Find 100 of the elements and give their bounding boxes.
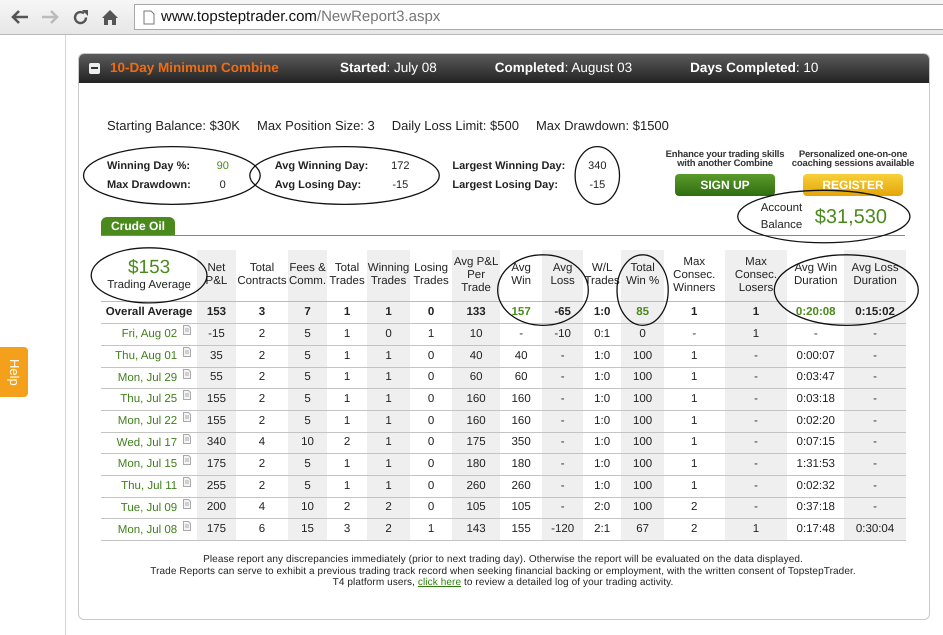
table-cell: - [542,388,583,410]
date-link[interactable]: Thu, Jul 11 [121,480,178,492]
document-icon[interactable] [183,520,192,531]
stat-label: Avg Losing Day: [274,178,362,193]
stat-value: 0 [218,178,227,193]
column-header: Winning Trades [367,250,410,302]
table-cell: 1 [367,432,410,454]
table-cell: 1 [724,324,788,346]
column-header: Total Win % [621,250,664,302]
table-cell: 1 [367,345,410,367]
table-cell: - [542,454,583,476]
table-cell: 15 [288,518,327,540]
tab[interactable]: Crude Oil [101,216,176,235]
stat-value: -15 [391,178,410,193]
table-cell: - [844,454,906,476]
table-cell: 175 [452,432,500,454]
table-cell: 5 [288,345,327,367]
date-link[interactable]: Mon, Jul 15 [118,458,178,470]
stat-label: Max Drawdown: [107,178,191,193]
sign-up-button[interactable]: SIGN UP [675,174,775,196]
limit-text: Daily Loss Limit: $500 [392,117,519,135]
table-cell: 100 [621,388,664,410]
table-cell: 55 [197,367,236,389]
trading-average-value: $153 [126,258,172,280]
table-cell: - [844,367,906,389]
click-here-link[interactable]: click here [418,577,462,588]
document-icon[interactable] [183,390,192,400]
limit-text: Max Drawdown: $1500 [536,117,669,135]
table-cell: 10 [452,324,500,346]
table-cell: 60 [452,367,500,389]
home-icon[interactable] [100,7,120,27]
table-cell: -65 [542,302,583,324]
document-icon[interactable] [183,412,192,422]
table-cell: 160 [452,388,500,410]
table-cell: 1 [367,367,410,389]
table-cell: 100 [621,367,664,389]
table-cell: - [542,497,583,519]
table-cell: - [844,432,906,454]
table-cell: 1 [724,302,788,324]
table-cell: 153 [197,302,236,324]
stat-label: Winning Day %: [107,158,191,174]
column-header: Avg P&L Per Trade [452,250,500,302]
date-link[interactable]: Mon, Jul 08 [118,524,178,536]
table-cell: 2 [367,518,410,540]
table-cell: 143 [452,518,500,540]
table-cell: 0:15:02 [844,302,906,324]
document-icon[interactable] [183,347,192,358]
table-cell: 40 [452,345,500,367]
document-icon[interactable] [183,477,192,488]
table-cell: 1 [367,388,410,410]
disclaimer-text: T4 platform users, click here to review a detailed log of your trading activity. [332,577,674,588]
panel-title: 10-Day Minimum Combine [110,59,280,78]
table-cell: 100 [621,432,664,454]
table-cell: 260 [452,475,500,498]
annotation-ellipse [574,146,620,205]
url-text: www.topsteptrader.com/NewReport3.aspx [161,6,440,27]
table-cell: - [844,388,906,410]
limit-text: Starting Balance: $30K [107,117,240,135]
table-cell: 5 [288,367,327,389]
table-cell: 1 [367,454,410,476]
date-link[interactable]: Mon, Jul 29 [118,372,178,384]
column-header: Avg Loss [542,250,583,302]
table-cell: - [724,432,788,454]
stat-value: 340 [587,158,608,174]
table-cell: 7 [288,302,327,324]
table-cell: 100 [621,497,664,519]
date-link[interactable]: Thu, Jul 25 [120,393,178,406]
table-cell: 0 [621,324,664,346]
table-cell: -120 [542,518,583,540]
date-link[interactable]: Fri, Aug 02 [122,328,178,340]
table-cell: 1 [367,475,410,498]
table-cell: 105 [452,497,500,519]
collapse-icon[interactable] [89,63,100,74]
date-link[interactable]: Mon, Jul 22 [118,415,178,428]
document-icon[interactable] [183,434,192,444]
document-icon[interactable] [183,368,192,379]
document-icon[interactable] [183,455,192,466]
table-cell: 5 [288,454,327,476]
table-cell: - [844,324,906,346]
table-cell: 180 [452,454,500,476]
date-link[interactable]: Thu, Aug 01 [115,350,178,362]
table-cell: 155 [197,410,236,432]
stat-label: Largest Winning Day: [452,158,566,174]
table-cell: - [844,497,906,519]
document-icon[interactable] [183,498,192,509]
document-icon[interactable] [183,325,192,336]
address-field[interactable]: www.topsteptrader.com/NewReport3.aspx [134,4,943,30]
table-cell: 1 [724,518,788,540]
table-cell: 255 [197,475,236,498]
table-cell: 175 [197,518,236,540]
table-cell: - [542,410,583,432]
date-link[interactable]: Tue, Jul 09 [120,502,178,514]
date-link[interactable]: Wed, Jul 17 [116,436,178,449]
table-cell: - [724,454,788,476]
table-cell: 200 [197,497,236,519]
table-cell: 5 [288,410,327,432]
table-cell: 5 [288,388,327,410]
header-field-text: Completed: August 03 [494,59,632,78]
table-cell: 0:30:04 [844,518,906,540]
account-balance-label: Account Balance [760,201,804,233]
